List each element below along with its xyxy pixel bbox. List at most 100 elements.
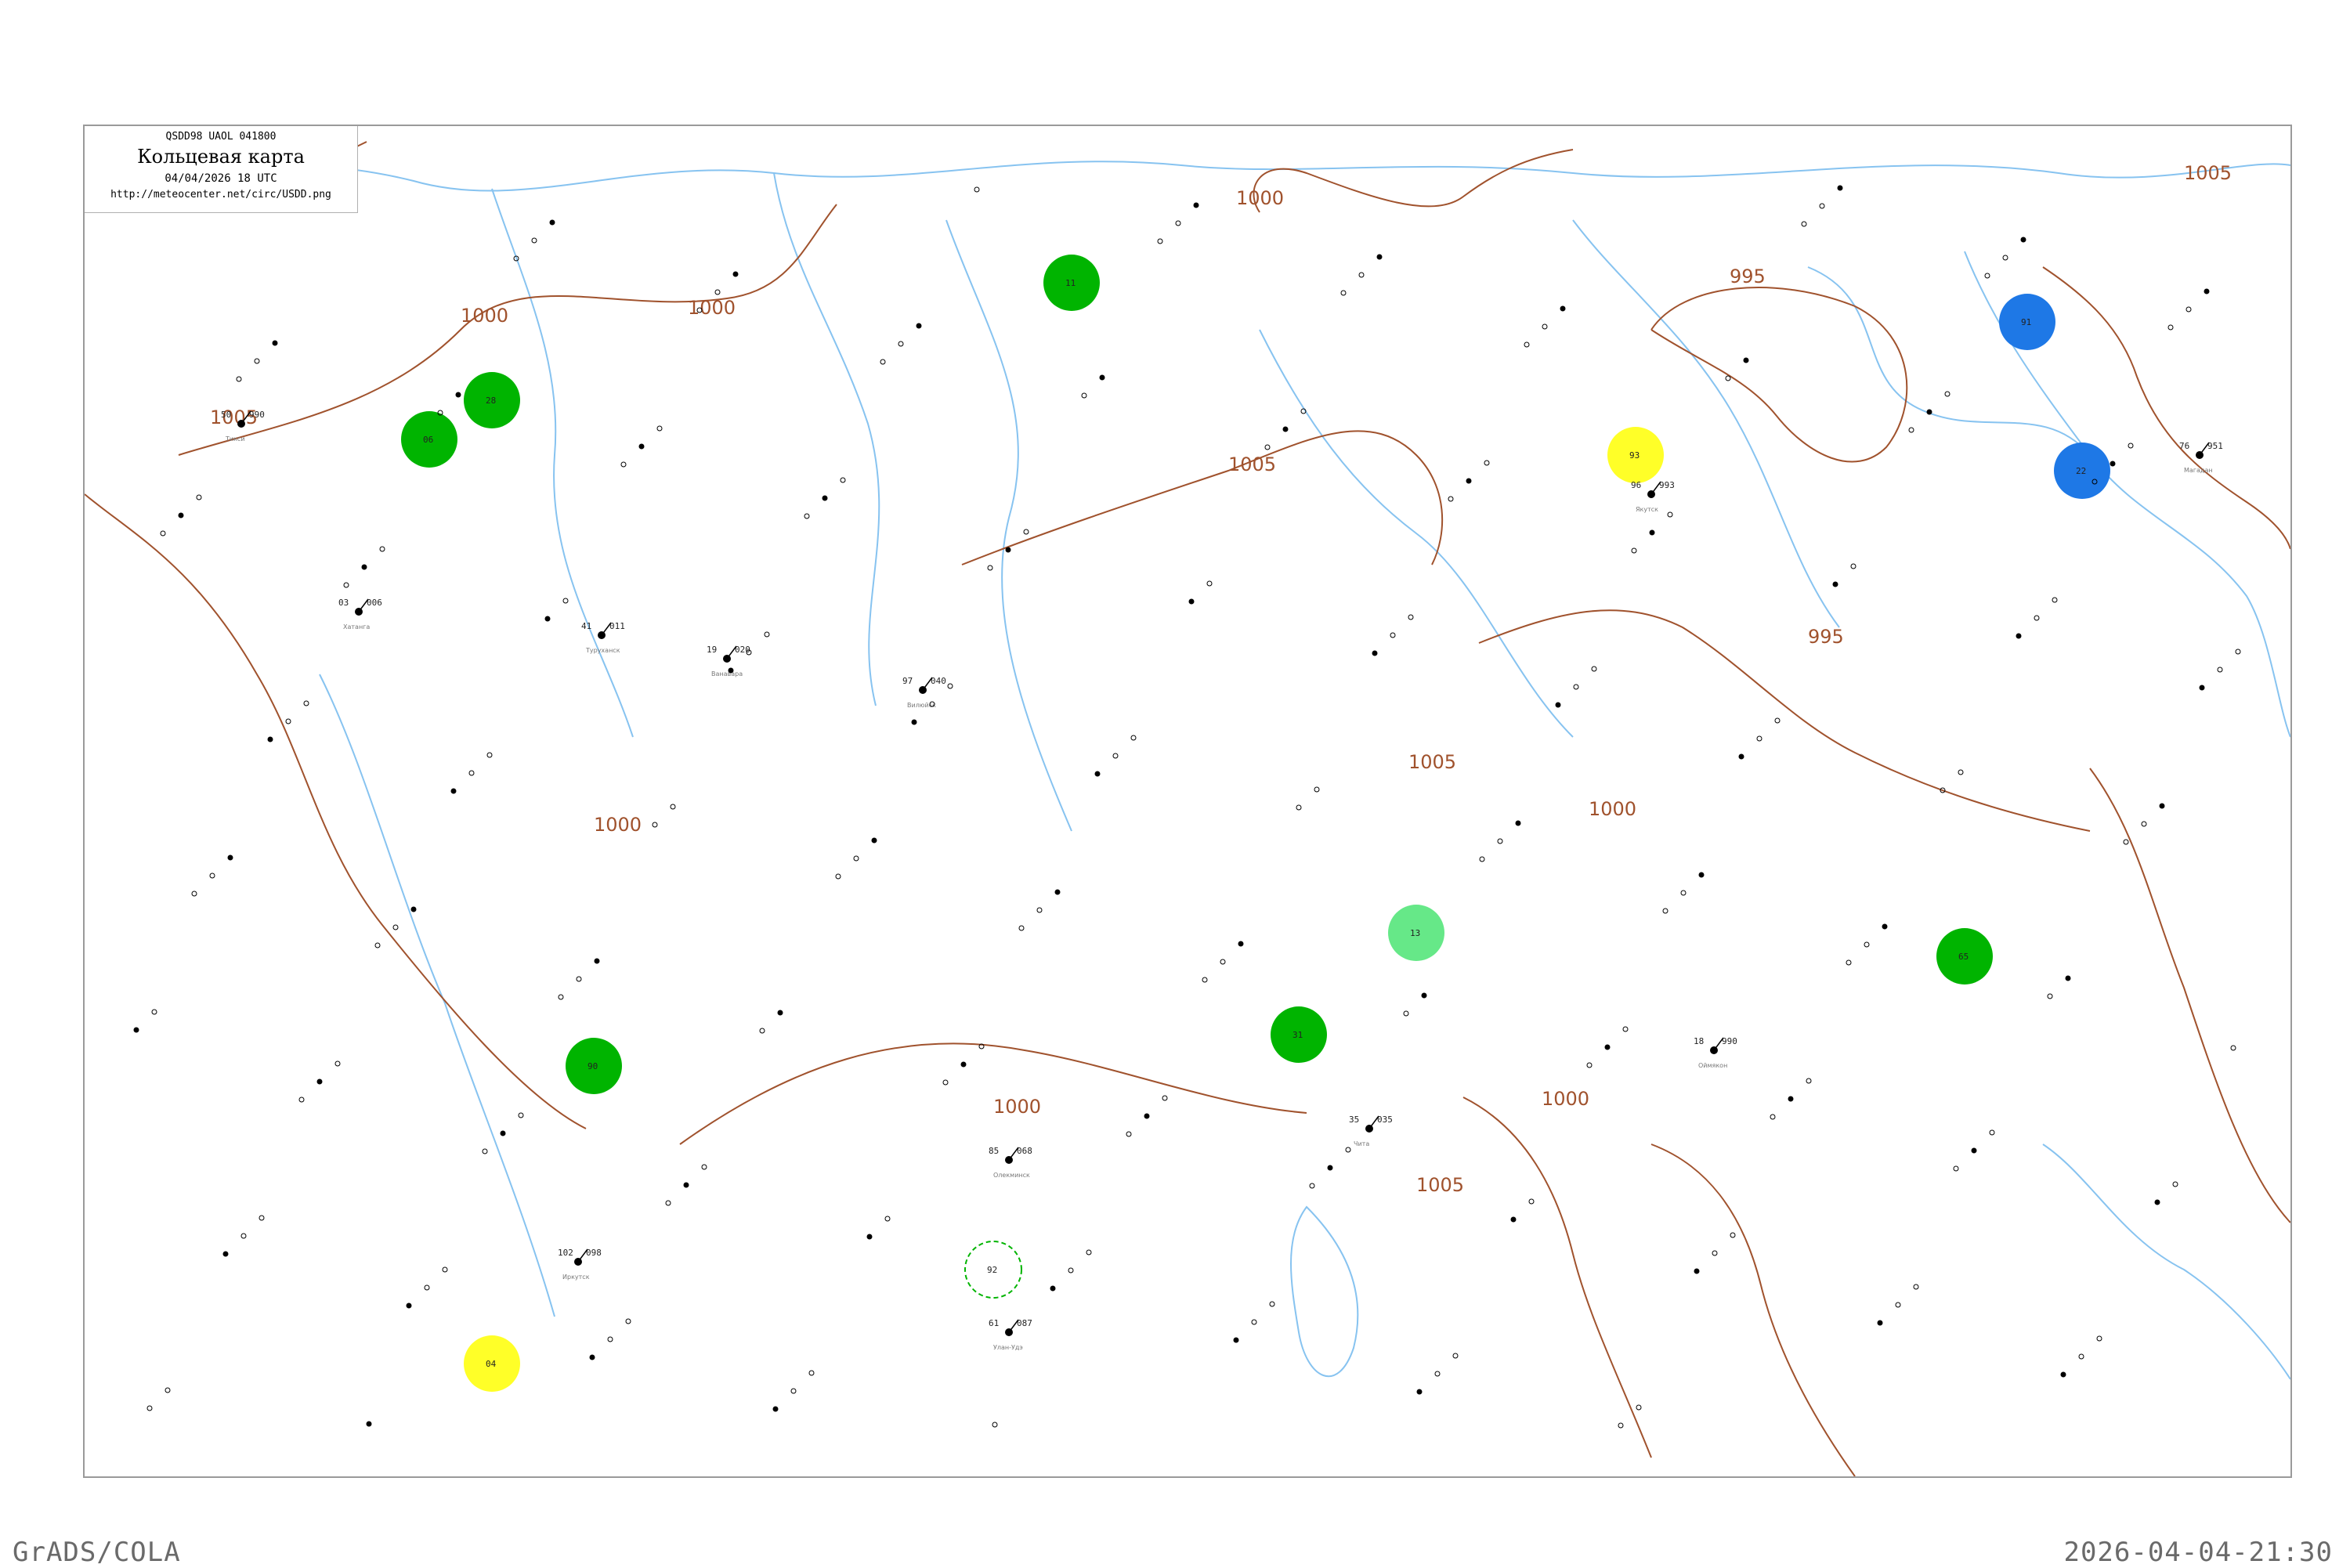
station-plot[interactable]: 03 006 Хатанга	[338, 598, 382, 630]
minor-station-dot	[2186, 306, 2192, 313]
minor-station-dot	[450, 788, 457, 794]
minor-station-dot	[1448, 496, 1454, 502]
station-pressure: 990	[1722, 1036, 1737, 1046]
minor-station-dot	[2141, 821, 2147, 827]
minor-station-dot	[1770, 1114, 1776, 1120]
minor-station-dot	[1050, 1285, 1056, 1292]
minor-station-dot	[1882, 923, 1888, 930]
precip-label: 65	[1958, 952, 1969, 962]
minor-station-dot	[1408, 614, 1414, 620]
station-plot[interactable]: 19 020 Ванавара	[707, 645, 750, 677]
minor-station-dot	[804, 513, 810, 519]
minor-station-dot	[209, 873, 215, 879]
minor-station-dot	[2047, 993, 2053, 999]
minor-station-dot	[884, 1216, 891, 1222]
minor-station-dot	[1372, 650, 1378, 656]
minor-station-dot	[1586, 1062, 1593, 1068]
minor-station-dot	[1989, 1129, 1995, 1136]
station-plot[interactable]: 96 993 Якутск	[1631, 480, 1675, 513]
station-plot[interactable]: 35 035 Чита	[1349, 1115, 1393, 1147]
station-pressure: 087	[1017, 1318, 1032, 1328]
minor-station-dot	[665, 1200, 671, 1206]
minor-station-dot	[1649, 529, 1655, 536]
precip-label: 92	[987, 1265, 997, 1275]
station-plot[interactable]: 102 098 Иркутск	[558, 1248, 602, 1281]
minor-station-dot	[777, 1010, 783, 1016]
source-url[interactable]: http://meteocenter.net/circ/USDD.png	[85, 189, 357, 201]
minor-station-dot	[518, 1112, 524, 1118]
minor-station-dot	[1434, 1371, 1441, 1377]
river	[773, 172, 880, 706]
minor-station-dot	[562, 598, 569, 604]
station-plot[interactable]: 85 068 Олекминск	[989, 1146, 1032, 1179]
minor-station-dot	[2172, 1181, 2178, 1187]
minor-station-dot	[1126, 1131, 1132, 1137]
isobar-1005	[1650, 1143, 1856, 1476]
isobar-label: 1000	[688, 297, 736, 319]
station-name: Чита	[1354, 1140, 1369, 1147]
minor-station-dot	[866, 1234, 873, 1240]
minor-station-dot	[2123, 839, 2129, 845]
station-plot[interactable]: 18 990 Оймякон	[1694, 1036, 1737, 1069]
bulletin-code: QSDD98 UAOL 041800	[165, 131, 277, 143]
minor-station-dot	[1144, 1113, 1150, 1119]
minor-station-dot	[1819, 203, 1825, 209]
minor-station-dot	[1193, 202, 1199, 208]
minor-station-dot	[2217, 667, 2223, 673]
minor-station-dot	[1238, 941, 1244, 947]
isobar-label: 1005	[1416, 1174, 1464, 1196]
minor-station-dot	[196, 494, 202, 500]
minor-station-dot	[1376, 254, 1383, 260]
minor-station-dot	[1175, 220, 1181, 226]
minor-station-dot	[835, 873, 841, 880]
minor-station-dot	[808, 1370, 815, 1376]
isobar-label: 1000	[1236, 187, 1284, 209]
minor-station-dot	[1712, 1250, 1718, 1256]
minor-station-dot	[424, 1284, 430, 1291]
minor-station-dot	[898, 341, 904, 347]
minor-station-dot	[2110, 461, 2116, 467]
minor-station-dot	[1698, 872, 1705, 878]
station-plot[interactable]: 61 087 Улан-Удэ	[989, 1318, 1032, 1351]
minor-station-dot	[1157, 238, 1163, 244]
isobar-1000	[1478, 609, 2091, 832]
minor-station-dot	[1895, 1302, 1901, 1308]
minor-station-dot	[2078, 1353, 2084, 1360]
minor-station-dot	[880, 359, 886, 365]
minor-station-dot	[942, 1079, 949, 1086]
minor-station-dot	[1296, 804, 1302, 811]
snow-precip-marker: 91	[1999, 294, 2055, 350]
minor-station-dot	[151, 1009, 157, 1015]
minor-station-dot	[410, 906, 417, 912]
station-plot[interactable]: 41 011 Туруханск	[581, 621, 625, 654]
minor-station-dot	[500, 1130, 506, 1136]
station-plot[interactable]: 97 040 Вилюйск	[902, 676, 946, 709]
minor-station-dot	[2154, 1199, 2160, 1205]
river	[491, 188, 634, 738]
minor-station-dot	[285, 718, 291, 724]
river	[945, 219, 1072, 832]
minor-station-dot	[2052, 597, 2058, 603]
precip-label: 91	[2021, 317, 2031, 327]
station-name: Вилюйск	[907, 702, 936, 709]
minor-station-dot	[2060, 1371, 2066, 1378]
minor-station-dot	[2020, 237, 2026, 243]
minor-station-dot	[222, 1251, 229, 1257]
river	[1572, 219, 1840, 628]
minor-station-dot	[1327, 1165, 1333, 1171]
minor-station-dot	[361, 564, 367, 570]
minor-station-dot	[1036, 907, 1043, 913]
minor-station-dot	[772, 1406, 779, 1412]
rain-precip-marker: 90	[566, 1038, 622, 1094]
minor-station-dot	[531, 237, 537, 244]
minor-station-dot	[594, 958, 600, 964]
station-name: Иркутск	[562, 1274, 590, 1281]
river	[319, 674, 555, 1317]
snow-precip-marker: 22	[2054, 443, 2110, 499]
minor-station-dot	[1725, 375, 1731, 381]
minor-station-dot	[549, 219, 555, 226]
station-plot[interactable]: 76 951 Магадан	[2179, 441, 2223, 474]
station-pressure: 006	[367, 598, 382, 608]
minor-station-dot	[822, 495, 828, 501]
minor-station-dot	[1926, 409, 1932, 415]
